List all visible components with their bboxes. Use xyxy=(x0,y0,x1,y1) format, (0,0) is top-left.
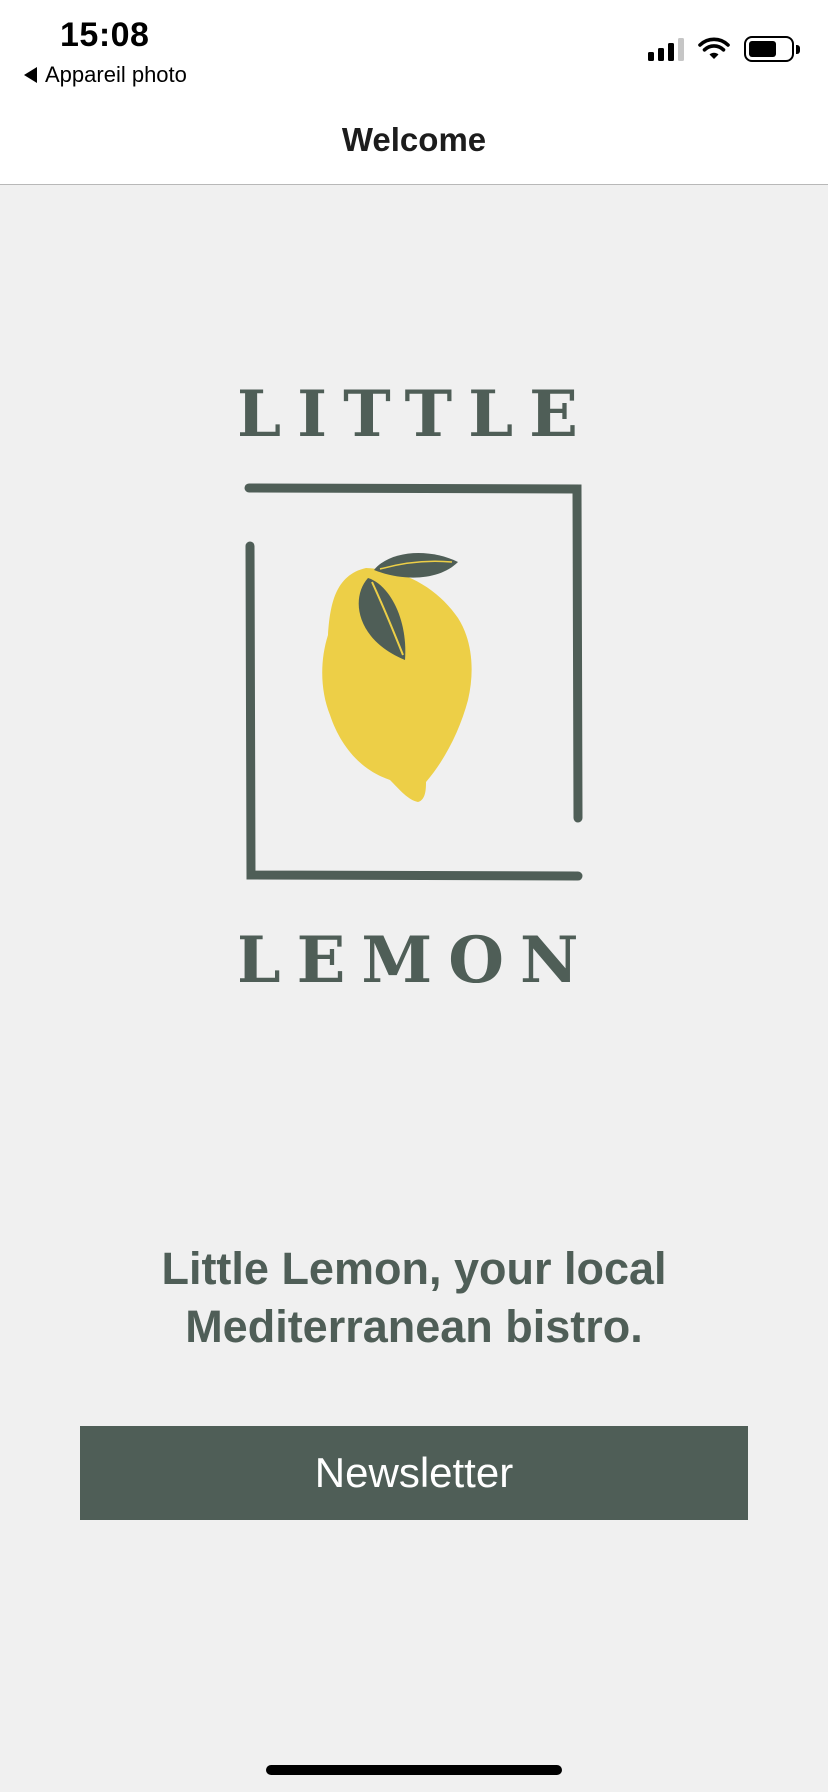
newsletter-button[interactable]: Newsletter xyxy=(80,1426,748,1520)
navigation-bar: Welcome xyxy=(0,95,828,185)
welcome-screen: 15:08 Appareil photo Welcome LITTLE LEMO… xyxy=(0,0,828,1792)
status-bar: 15:08 Appareil photo xyxy=(0,0,828,95)
lemon-icon xyxy=(322,552,472,802)
little-lemon-logo: LITTLE LEMON xyxy=(240,370,590,990)
nav-title: Welcome xyxy=(341,121,487,158)
wifi-icon xyxy=(698,37,730,59)
battery-icon xyxy=(744,36,800,62)
back-app-label: Appareil photo xyxy=(45,62,187,87)
logo-word-little: LITTLE xyxy=(240,377,590,452)
status-time: 15:08 xyxy=(60,16,150,54)
tagline: Little Lemon, your local Mediterranean b… xyxy=(161,1243,667,1352)
logo-word-lemon: LEMON xyxy=(240,923,590,990)
back-to-app-link[interactable]: Appareil photo xyxy=(24,62,187,88)
home-indicator[interactable] xyxy=(266,1765,562,1775)
back-triangle-icon xyxy=(24,67,37,83)
battery-fill xyxy=(749,41,777,57)
cellular-signal-icon xyxy=(648,37,684,61)
status-icons xyxy=(648,36,800,62)
